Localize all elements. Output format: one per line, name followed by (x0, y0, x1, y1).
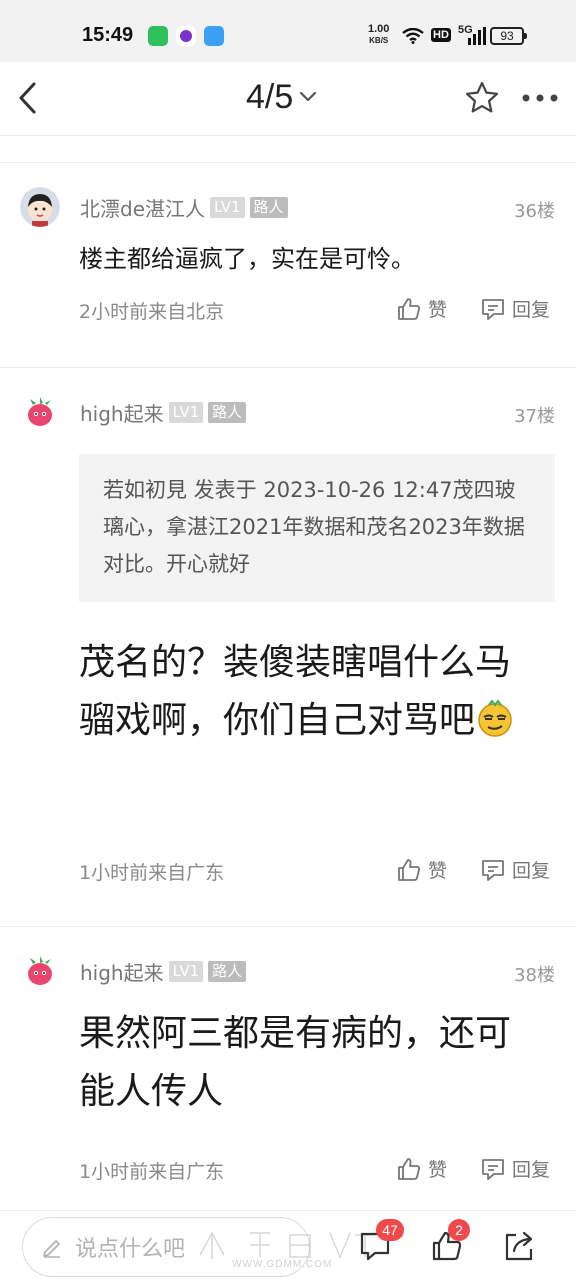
post-content-text: 茂名的？装傻装瞎唱什么马骝戏啊，你们自己对骂吧 (79, 642, 512, 741)
network-speed-unit: KB/S (369, 36, 389, 45)
like-button[interactable]: 赞 (396, 856, 447, 883)
share-button[interactable] (502, 1229, 536, 1263)
wifi-icon (402, 28, 424, 44)
like-label: 赞 (428, 299, 448, 321)
comment-count-badge: 47 (376, 1219, 404, 1241)
page-selector[interactable]: 4/5 (246, 76, 317, 118)
level-badge: LV1 (168, 961, 204, 982)
reply-comment-icon (482, 859, 504, 881)
reply-label: 回复 (512, 1159, 551, 1181)
role-badge: 路人 (208, 402, 247, 423)
app-notification-icon (176, 26, 196, 46)
reply-button[interactable]: 回复 (480, 1155, 550, 1182)
thumbs-up-icon (398, 858, 420, 881)
floor-number: 38楼 (514, 965, 555, 986)
user-name[interactable]: high起来 (80, 957, 164, 986)
weather-app-icon (204, 26, 224, 46)
post-meta: 1小时前来自广东 (79, 1161, 225, 1183)
more-options-icon[interactable] (520, 88, 560, 108)
dragonfruit-avatar-icon (20, 951, 60, 991)
network-speed: 1.00 KB/S (368, 24, 389, 46)
avatar[interactable] (20, 187, 60, 227)
post-floor-37: high起来 LV1 路人 37楼 若如初見 发表于 2023-10-26 12… (0, 368, 576, 924)
level-badge: LV1 (168, 402, 204, 423)
like-label: 赞 (428, 1159, 448, 1181)
quoted-reply[interactable]: 若如初見 发表于 2023-10-26 12:47茂四玻璃心，拿湛江2021年数… (79, 454, 555, 602)
user-info: high起来 LV1 路人 (80, 957, 247, 986)
role-badge: 路人 (249, 197, 288, 218)
favorite-star-icon[interactable] (464, 80, 500, 116)
thumbs-up-icon (398, 1157, 420, 1180)
like-button[interactable]: 赞 (396, 295, 447, 322)
chevron-down-icon (300, 91, 317, 102)
post-meta: 1小时前来自广东 (79, 862, 225, 884)
avatar[interactable] (20, 951, 60, 991)
reply-comment-icon (482, 298, 504, 320)
post-floor-36: 北漂de湛江人 LV1 路人 36楼 楼主都给逼疯了，实在是可怜。 2小时前来自… (0, 163, 576, 367)
network-speed-value: 1.00 (368, 23, 390, 35)
user-info: 北漂de湛江人 LV1 路人 (80, 193, 288, 222)
post-floor-38: high起来 LV1 路人 38楼 果然阿三都是有病的，还可能人传人 1小时前来… (0, 927, 576, 1207)
comments-button[interactable]: 47 (358, 1219, 404, 1263)
floor-number: 36楼 (514, 201, 555, 222)
comment-placeholder: 说点什么吧 (75, 1237, 186, 1262)
page-indicator: 4/5 (246, 77, 294, 116)
avatar[interactable] (20, 392, 60, 432)
level-badge: LV1 (210, 197, 245, 218)
top-nav-bar: 4/5 (0, 62, 576, 136)
chat-app-icon (148, 26, 168, 46)
reply-button[interactable]: 回复 (480, 295, 550, 322)
floor-number: 37楼 (514, 406, 555, 427)
like-label: 赞 (428, 860, 448, 882)
hd-icon: HD (431, 28, 451, 42)
reply-label: 回复 (512, 860, 551, 882)
pencil-icon (43, 1240, 60, 1258)
thumbs-up-icon (398, 297, 420, 320)
like-count-badge: 2 (448, 1219, 470, 1241)
bottom-action-bar: 说点什么吧 WWW.GDMM.COM 47 2 (0, 1210, 576, 1280)
user-info: high起来 LV1 路人 (80, 398, 247, 427)
dragonfruit-avatar-icon (20, 392, 60, 432)
post-content: 楼主都给逼疯了，实在是可怜。 (79, 245, 415, 273)
reply-comment-icon (482, 1158, 504, 1180)
signal-icon (468, 27, 486, 45)
share-icon (505, 1231, 533, 1261)
back-icon[interactable] (14, 80, 44, 116)
post-content: 果然阿三都是有病的，还可能人传人 (79, 1013, 512, 1112)
post-content: 茂名的？装傻装瞎唱什么马骝戏啊，你们自己对骂吧 (79, 634, 539, 750)
status-time: 15:49 (82, 24, 134, 46)
like-post-button[interactable]: 2 (430, 1219, 470, 1263)
user-name[interactable]: high起来 (80, 398, 164, 427)
like-button[interactable]: 赞 (396, 1155, 447, 1182)
reply-label: 回复 (512, 299, 551, 321)
role-badge: 路人 (208, 961, 247, 982)
post-meta: 2小时前来自北京 (79, 301, 225, 323)
comment-input[interactable]: 说点什么吧 (22, 1217, 310, 1277)
user-avatar-icon (20, 187, 60, 227)
smug-face-emoji-icon (478, 699, 512, 737)
reply-button[interactable]: 回复 (480, 856, 550, 883)
battery-icon: 93 (490, 27, 527, 45)
user-name[interactable]: 北漂de湛江人 (80, 193, 205, 222)
